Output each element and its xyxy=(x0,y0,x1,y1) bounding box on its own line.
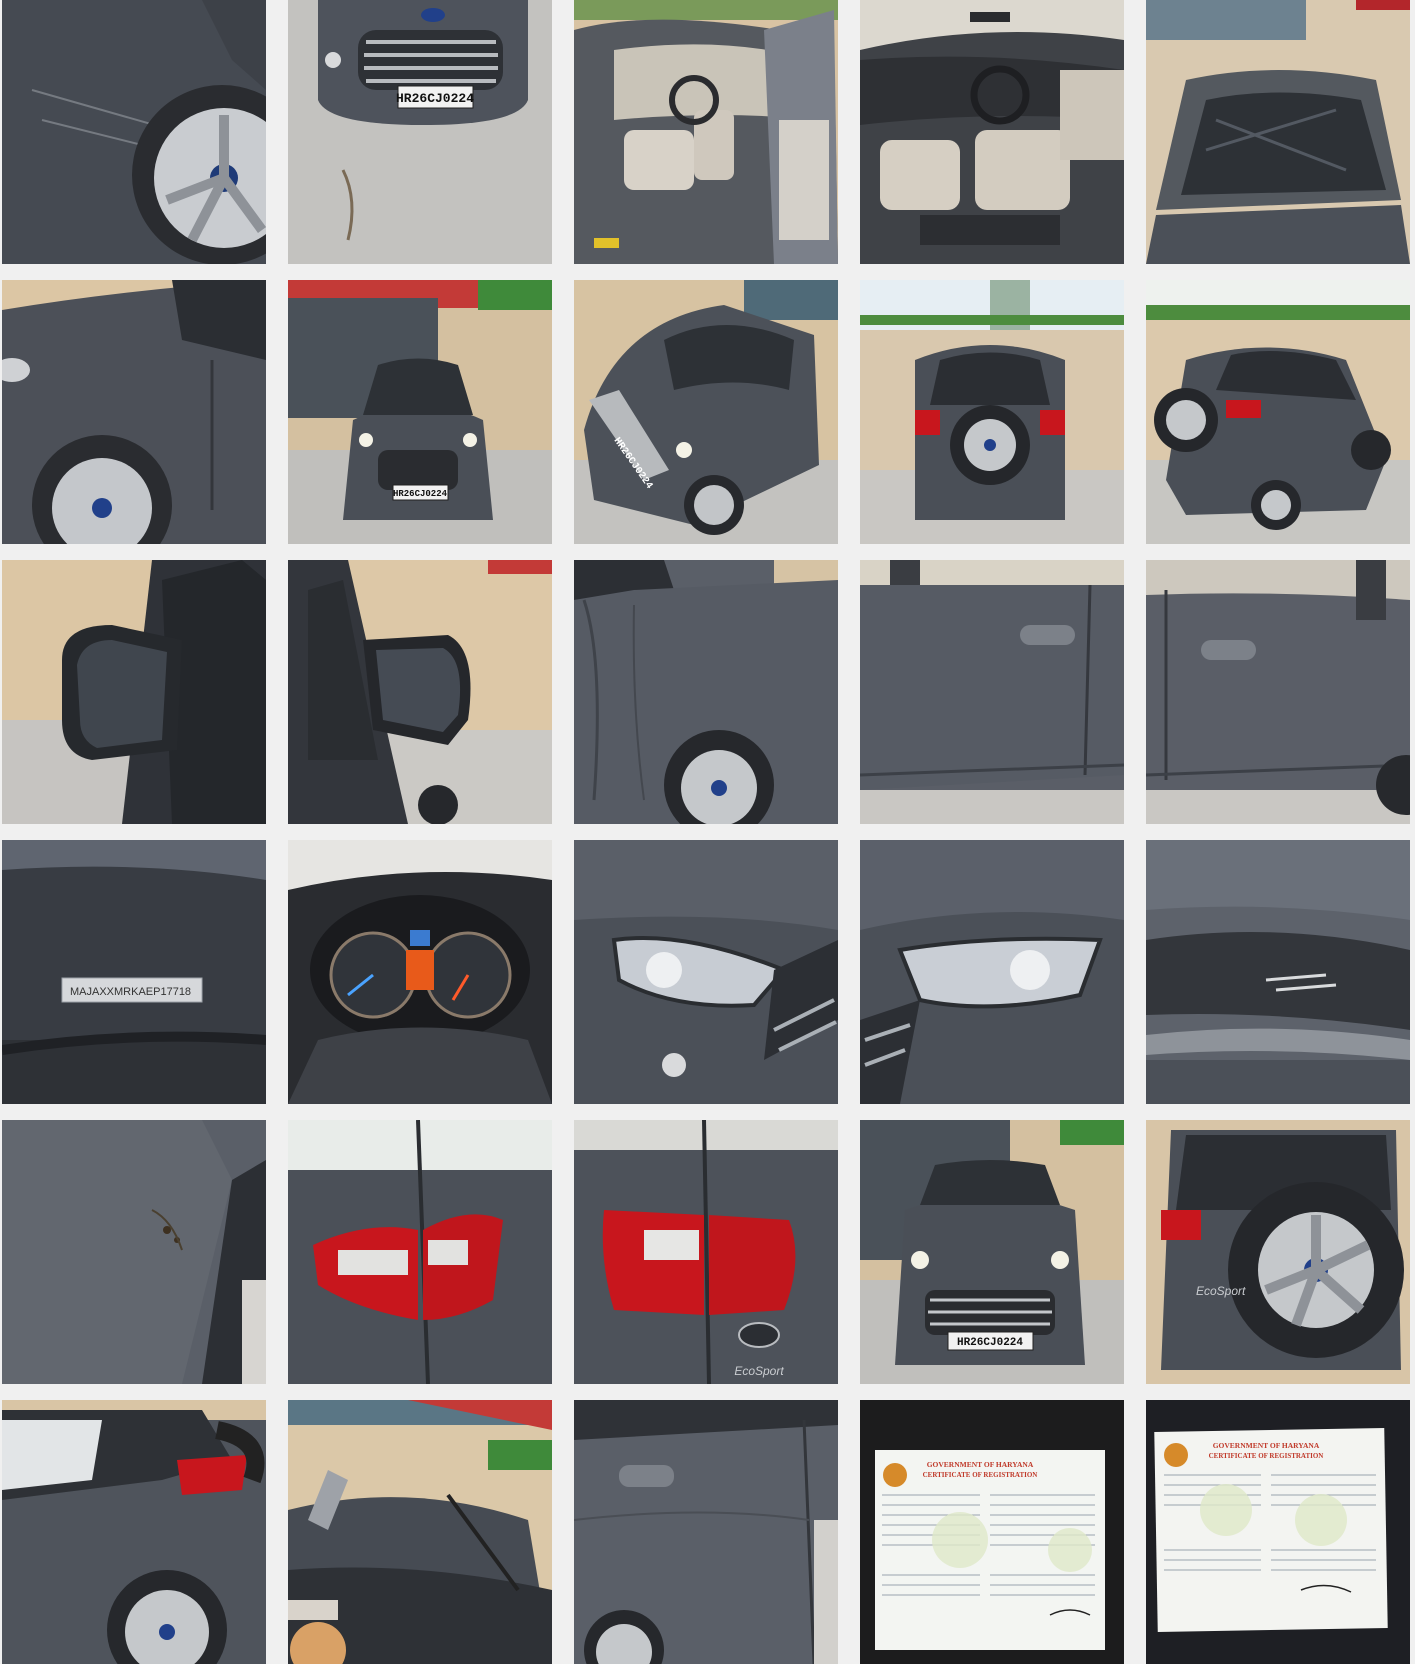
photo-tile-front-view-garage[interactable]: HR26CJ0224 xyxy=(288,280,552,544)
photo-tile-rear-view-spare-wheel[interactable] xyxy=(860,280,1124,544)
photo-tile-registration-certificate-front[interactable]: GOVERNMENT OF HARYANA CERTIFICATE OF REG… xyxy=(860,1400,1124,1664)
photo-tile-panel-scuff[interactable] xyxy=(2,1120,266,1384)
photo-tile-roof-antenna[interactable] xyxy=(288,1400,552,1664)
photo-tile-left-side-mirror[interactable] xyxy=(2,560,266,824)
badge-text: EcoSport xyxy=(1196,1284,1246,1298)
photo-tile-windshield-top[interactable] xyxy=(1146,0,1410,264)
plate-text: HR26CJ0224 xyxy=(957,1337,1023,1349)
rc-header: GOVERNMENT OF HARYANA xyxy=(927,1460,1034,1469)
photo-tile-left-headlamp[interactable] xyxy=(574,840,838,1104)
vin-text: MAJAXXMRKAEP17718 xyxy=(70,986,191,998)
photo-tile-front-left-fender[interactable] xyxy=(2,280,266,544)
photo-tile-front-right-quarter[interactable] xyxy=(574,560,838,824)
photo-tile-instrument-cluster[interactable] xyxy=(288,840,552,1104)
rc-title: CERTIFICATE OF REGISTRATION xyxy=(1209,1452,1324,1460)
photo-tile-tail-lamp-right[interactable]: EcoSport xyxy=(574,1120,838,1384)
photo-tile-vin-plate-windshield[interactable]: MAJAXXMRKAEP17718 xyxy=(2,840,266,1104)
rc-title: CERTIFICATE OF REGISTRATION xyxy=(923,1471,1038,1479)
plate-text: HR26CJ0224 xyxy=(396,91,474,106)
photo-gallery-grid: HR26CJ0224 HR26CJ0224 HR26CJ0224 MAJAXXM… xyxy=(2,0,1410,1664)
photo-tile-rear-angle-view[interactable] xyxy=(1146,280,1410,544)
badge-text: EcoSport xyxy=(734,1364,784,1378)
photo-tile-registration-certificate-back[interactable]: GOVERNMENT OF HARYANA CERTIFICATE OF REG… xyxy=(1146,1400,1410,1664)
photo-tile-front-door-handle[interactable] xyxy=(860,560,1124,824)
photo-tile-interior-dashboard-seats[interactable] xyxy=(860,0,1124,264)
photo-tile-right-headlamp[interactable] xyxy=(860,840,1124,1104)
photo-tile-front-wheel-scratch[interactable] xyxy=(2,0,266,264)
photo-tile-bumper-scratch[interactable] xyxy=(1146,840,1410,1104)
rc-header: GOVERNMENT OF HARYANA xyxy=(1213,1441,1320,1450)
photo-tile-rear-spare-wheel-closeup[interactable]: EcoSport xyxy=(1146,1120,1410,1384)
photo-tile-rear-quarter-tail[interactable] xyxy=(2,1400,266,1664)
photo-tile-front-view-wide[interactable]: HR26CJ0224 xyxy=(860,1120,1124,1384)
photo-tile-front-grille-plate[interactable]: HR26CJ0224 xyxy=(288,0,552,264)
photo-tile-tail-lamp-left[interactable] xyxy=(288,1120,552,1384)
photo-tile-front-angle-view[interactable]: HR26CJ0224 xyxy=(574,280,838,544)
photo-tile-rear-door-handle[interactable] xyxy=(1146,560,1410,824)
photo-tile-interior-driver-door-open[interactable] xyxy=(574,0,838,264)
photo-tile-right-side-mirror[interactable] xyxy=(288,560,552,824)
photo-tile-rear-door-side[interactable] xyxy=(574,1400,838,1664)
plate-text: HR26CJ0224 xyxy=(393,489,448,499)
